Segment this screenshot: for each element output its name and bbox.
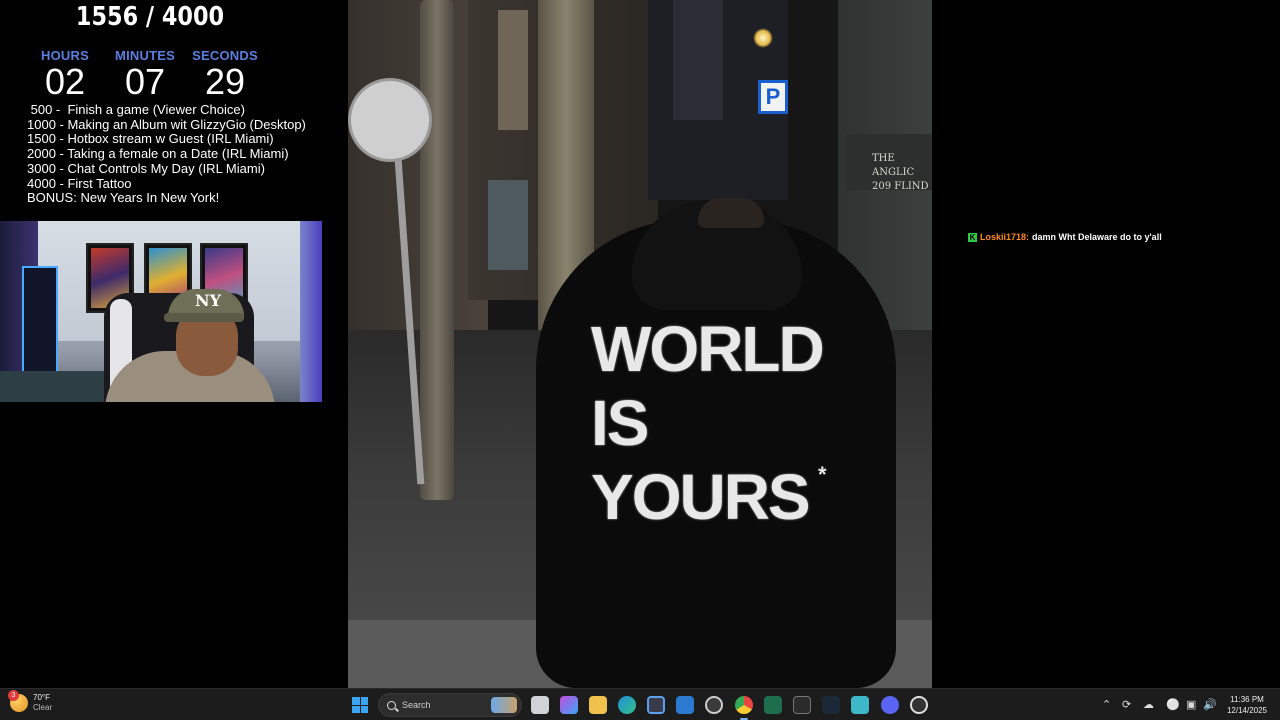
notification-badge: 3 bbox=[8, 690, 19, 701]
timer-minutes: MINUTES 07 bbox=[110, 48, 180, 100]
weather-text: 70°F Clear bbox=[33, 693, 52, 713]
clock-time: 11:36 PM bbox=[1230, 695, 1264, 704]
volume-icon[interactable]: 🔊 bbox=[1203, 698, 1217, 711]
steam-icon[interactable] bbox=[822, 696, 840, 714]
moon-icon: 3 bbox=[8, 690, 28, 712]
webcam-floor bbox=[0, 371, 110, 402]
file-explorer-icon[interactable] bbox=[589, 696, 607, 714]
countdown-timer: HOURS 02 MINUTES 07 SECONDS 29 bbox=[30, 48, 260, 100]
webcam-shelf bbox=[22, 266, 58, 384]
street-sign bbox=[348, 78, 432, 162]
building-left bbox=[348, 0, 488, 330]
chrome-icon[interactable] bbox=[735, 696, 753, 720]
search-label: Search bbox=[402, 700, 431, 710]
building-window bbox=[488, 180, 528, 270]
copilot-icon[interactable] bbox=[560, 696, 578, 714]
goal-item: 4000 - First Tattoo bbox=[27, 175, 132, 191]
street-light bbox=[753, 28, 773, 48]
taskbar: 3 70°F Clear Search ⌃ ⟳ ☁ ⚪ ▣ 🔊 11:36 PM… bbox=[0, 688, 1280, 720]
chat-text: damn Wht Delaware do to y'all bbox=[1032, 232, 1162, 242]
webcam-feed: NY bbox=[0, 221, 322, 402]
goal-item: BONUS: New Years In New York! bbox=[27, 190, 220, 206]
store-icon[interactable] bbox=[647, 696, 665, 714]
cap-logo: NY bbox=[195, 291, 222, 310]
search-icon bbox=[387, 700, 396, 710]
g-app-icon[interactable] bbox=[793, 696, 811, 714]
weather-condition: Clear bbox=[33, 703, 53, 712]
microphone-icon[interactable]: ⚪ bbox=[1166, 698, 1180, 711]
discord-icon[interactable] bbox=[881, 696, 899, 714]
stream-screen: 1556 / 4000 HOURS 02 MINUTES 07 SECONDS … bbox=[0, 0, 1280, 720]
goal-item: 3000 - Chat Controls My Day (IRL Miami) bbox=[27, 160, 265, 176]
parking-sign: P bbox=[758, 80, 788, 114]
app-icon[interactable] bbox=[705, 696, 723, 714]
tower-windows bbox=[673, 0, 723, 120]
streamer-cap-bill bbox=[164, 313, 244, 322]
timer-value: 02 bbox=[44, 61, 86, 102]
hoodie-print: WORLD IS YOURS bbox=[591, 313, 825, 533]
clock-date: 12/14/2025 bbox=[1226, 706, 1268, 715]
search-highlight-icon bbox=[491, 697, 517, 713]
display-icon[interactable]: ▣ bbox=[1186, 698, 1196, 711]
plaque-line: 209 FLIND bbox=[872, 181, 929, 192]
webcam-right-glow bbox=[300, 221, 322, 402]
goal-counter: 1556 / 4000 bbox=[75, 2, 225, 32]
xbox-icon[interactable] bbox=[764, 696, 782, 714]
start-button[interactable] bbox=[352, 697, 368, 713]
hoodie-asterisk: * bbox=[818, 462, 827, 487]
goal-item: 500 - Finish a game (Viewer Choice) bbox=[27, 102, 245, 117]
weather-widget[interactable]: 3 70°F Clear bbox=[8, 690, 52, 713]
chat-message: K Loskii1718: damn Wht Delaware do to y'… bbox=[968, 232, 1162, 242]
plaque-line: THE ANGLIC bbox=[872, 153, 915, 178]
building-window bbox=[498, 10, 528, 130]
edge-icon[interactable] bbox=[618, 696, 636, 714]
kick-badge-icon: K bbox=[968, 232, 977, 242]
goals-list: 500 - Finish a game (Viewer Choice) 1000… bbox=[27, 102, 327, 206]
search-box[interactable]: Search bbox=[378, 693, 522, 717]
goal-item: 1000 - Making an Album wit GlizzyGio (De… bbox=[27, 116, 306, 132]
outlook-icon[interactable] bbox=[676, 696, 694, 714]
media-player-icon[interactable] bbox=[910, 696, 928, 714]
timer-hours: HOURS 02 bbox=[30, 48, 100, 100]
chat-username[interactable]: Loskii1718: bbox=[980, 232, 1029, 242]
task-view-icon[interactable] bbox=[531, 696, 549, 714]
sync-icon[interactable]: ⟳ bbox=[1122, 698, 1131, 711]
goal-item: 1500 - Hotbox stream w Guest (IRL Miami) bbox=[27, 131, 274, 147]
hidden-icon[interactable]: ☁ bbox=[1143, 698, 1154, 711]
hair bbox=[698, 198, 764, 228]
tree-trunk bbox=[420, 0, 454, 500]
goal-item: 2000 - Taking a female on a Date (IRL Mi… bbox=[27, 146, 289, 162]
building-plaque: THE ANGLIC 209 FLIND bbox=[846, 134, 932, 192]
chevron-up-icon[interactable]: ⌃ bbox=[1102, 698, 1111, 711]
timer-value: 29 bbox=[204, 61, 246, 102]
timer-seconds: SECONDS 29 bbox=[190, 48, 260, 100]
system-clock[interactable]: 11:36 PM 12/14/2025 bbox=[1220, 694, 1274, 716]
main-photo: P THE ANGLIC 209 FLIND WORLD IS YOURS * bbox=[348, 0, 932, 688]
timer-value: 07 bbox=[124, 61, 166, 102]
notepad-icon[interactable] bbox=[851, 696, 869, 714]
weather-temp: 70°F bbox=[33, 693, 50, 702]
